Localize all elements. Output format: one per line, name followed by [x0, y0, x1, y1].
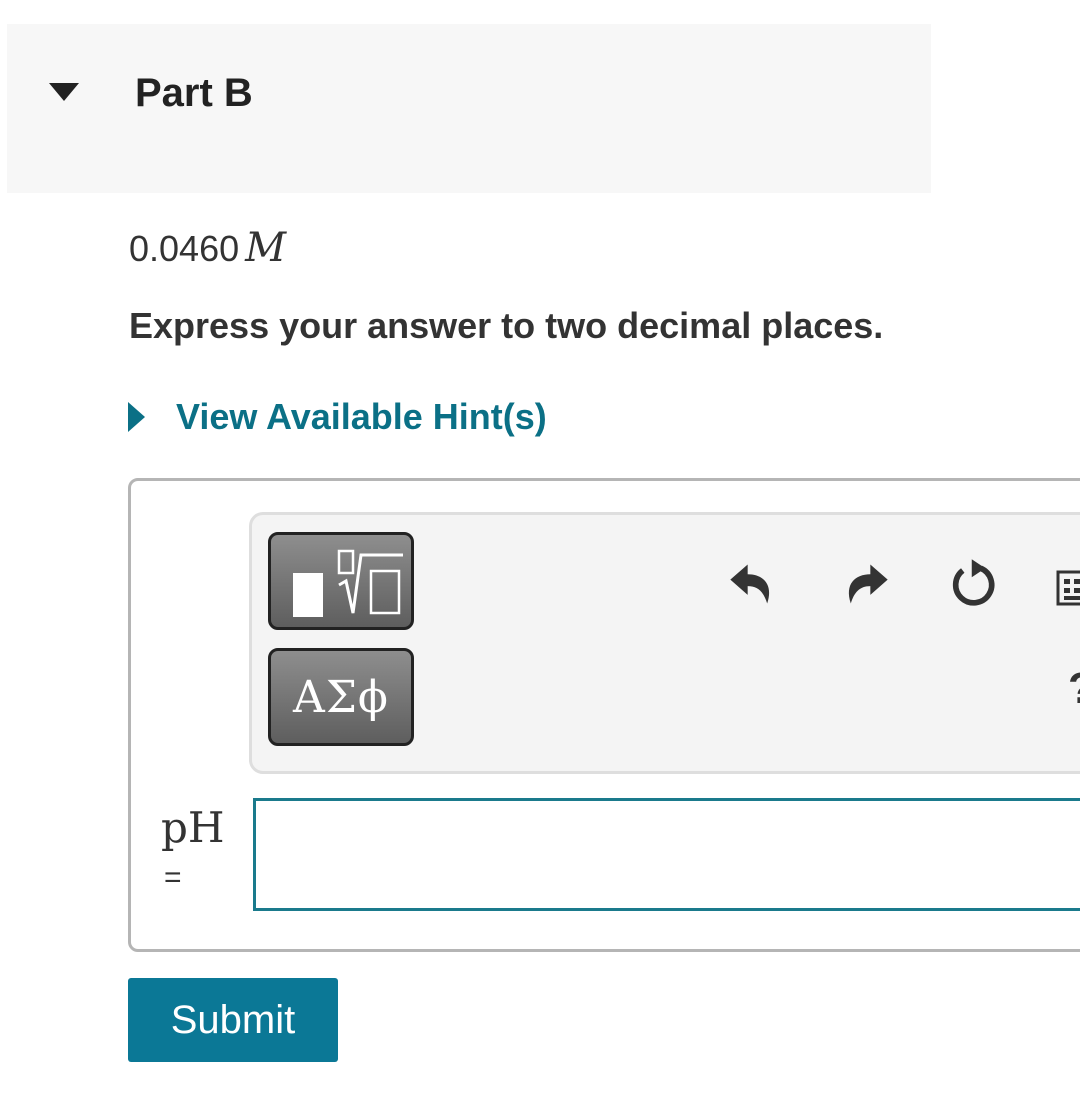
- answer-instruction: Express your answer to two decimal place…: [129, 305, 884, 346]
- undo-button[interactable]: [724, 556, 780, 612]
- caret-down-icon[interactable]: [49, 83, 79, 101]
- redo-icon: [848, 564, 888, 604]
- help-button[interactable]: ?: [1068, 664, 1080, 714]
- equals-sign: =: [164, 861, 182, 894]
- page: Part B 0.0460 M Express your answer to tw…: [0, 0, 1080, 1100]
- view-hints-link[interactable]: View Available Hint(s): [128, 393, 547, 441]
- part-title: Part B: [135, 71, 253, 115]
- symbols-label: ΑΣϕ: [293, 671, 389, 723]
- reset-button[interactable]: [946, 556, 1002, 612]
- caret-right-icon: [128, 402, 145, 432]
- keyboard-button[interactable]: [1052, 560, 1080, 616]
- view-hints-label: View Available Hint(s): [176, 396, 547, 437]
- reset-icon: [952, 559, 995, 606]
- templates-button[interactable]: [268, 532, 414, 630]
- undo-icon: [730, 564, 770, 604]
- concentration-unit: M: [245, 225, 287, 271]
- redo-button[interactable]: [838, 556, 894, 612]
- templates-icon: [293, 549, 403, 617]
- given-concentration: 0.0460 M: [129, 224, 286, 273]
- concentration-value: 0.0460: [129, 228, 240, 269]
- answer-input[interactable]: [253, 798, 1080, 911]
- symbols-button[interactable]: ΑΣϕ: [268, 648, 414, 746]
- submit-button[interactable]: Submit: [128, 978, 338, 1062]
- answer-variable-label: pH: [161, 803, 225, 852]
- keyboard-icon: [1056, 570, 1080, 606]
